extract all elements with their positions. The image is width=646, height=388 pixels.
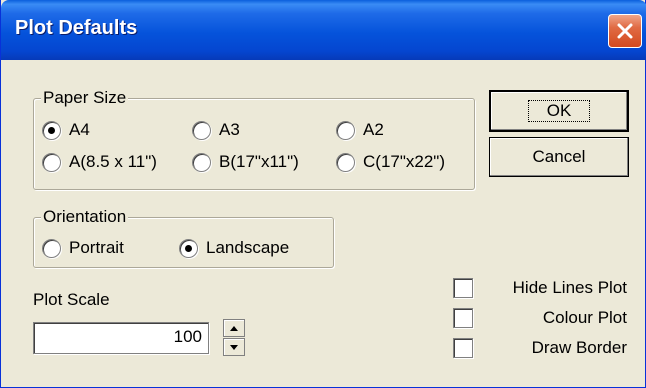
checkbox-label: Hide Lines Plot — [512, 278, 627, 297]
radio-a2[interactable]: A2 — [336, 120, 384, 140]
radio-label: B(17"x11") — [219, 152, 299, 171]
checkbox-hide-lines-plot[interactable]: Hide Lines Plot — [453, 278, 627, 298]
cancel-label: Cancel — [532, 147, 586, 166]
ok-button[interactable]: OK — [489, 90, 629, 132]
plot-scale-input[interactable]: 100 — [33, 322, 209, 354]
radio-portrait[interactable]: Portrait — [42, 238, 124, 258]
paper-size-group — [33, 98, 475, 190]
plot-defaults-dialog: Plot Defaults Paper Size A4 A3 A2 A(8.5 … — [0, 0, 646, 388]
dialog-title: Plot Defaults — [15, 17, 138, 39]
orientation-legend: Orientation — [41, 207, 129, 227]
close-icon — [617, 23, 633, 39]
title-bar[interactable]: Plot Defaults — [1, 0, 646, 60]
spin-up-button[interactable] — [223, 319, 245, 337]
cancel-button[interactable]: Cancel — [489, 137, 629, 177]
radio-label: A(8.5 x 11") — [69, 152, 157, 171]
spin-up-icon — [230, 325, 238, 331]
spin-down-icon — [230, 344, 238, 350]
radio-circle — [336, 152, 355, 172]
radio-label: C(17"x22") — [363, 152, 445, 171]
radio-c-size[interactable]: C(17"x22") — [336, 152, 445, 172]
radio-circle — [42, 238, 61, 258]
radio-circle — [179, 238, 198, 258]
radio-a4[interactable]: A4 — [42, 120, 90, 140]
radio-label: Portrait — [69, 238, 124, 257]
ok-label: OK — [527, 100, 591, 122]
close-button[interactable] — [608, 14, 642, 48]
radio-landscape[interactable]: Landscape — [179, 238, 289, 258]
checkbox-box — [453, 308, 473, 328]
radio-a-letter[interactable]: A(8.5 x 11") — [42, 152, 157, 172]
checkbox-colour-plot[interactable]: Colour Plot — [453, 308, 627, 328]
radio-circle — [192, 120, 211, 140]
radio-label: A4 — [69, 120, 90, 139]
checkbox-label: Draw Border — [531, 338, 627, 357]
checkbox-draw-border[interactable]: Draw Border — [453, 338, 627, 358]
radio-circle — [192, 152, 211, 172]
radio-circle — [42, 120, 61, 140]
checkbox-box — [453, 338, 473, 358]
spin-down-button[interactable] — [223, 338, 245, 356]
radio-circle — [336, 120, 355, 140]
plot-scale-label: Plot Scale — [33, 290, 110, 309]
paper-size-legend: Paper Size — [41, 88, 129, 108]
radio-b-tabloid[interactable]: B(17"x11") — [192, 152, 299, 172]
checkbox-label: Colour Plot — [542, 308, 627, 327]
radio-circle — [42, 152, 61, 172]
checkbox-box — [453, 278, 473, 298]
radio-label: A3 — [219, 120, 240, 139]
radio-label: Landscape — [206, 238, 290, 257]
radio-a3[interactable]: A3 — [192, 120, 240, 140]
radio-label: A2 — [363, 120, 384, 139]
